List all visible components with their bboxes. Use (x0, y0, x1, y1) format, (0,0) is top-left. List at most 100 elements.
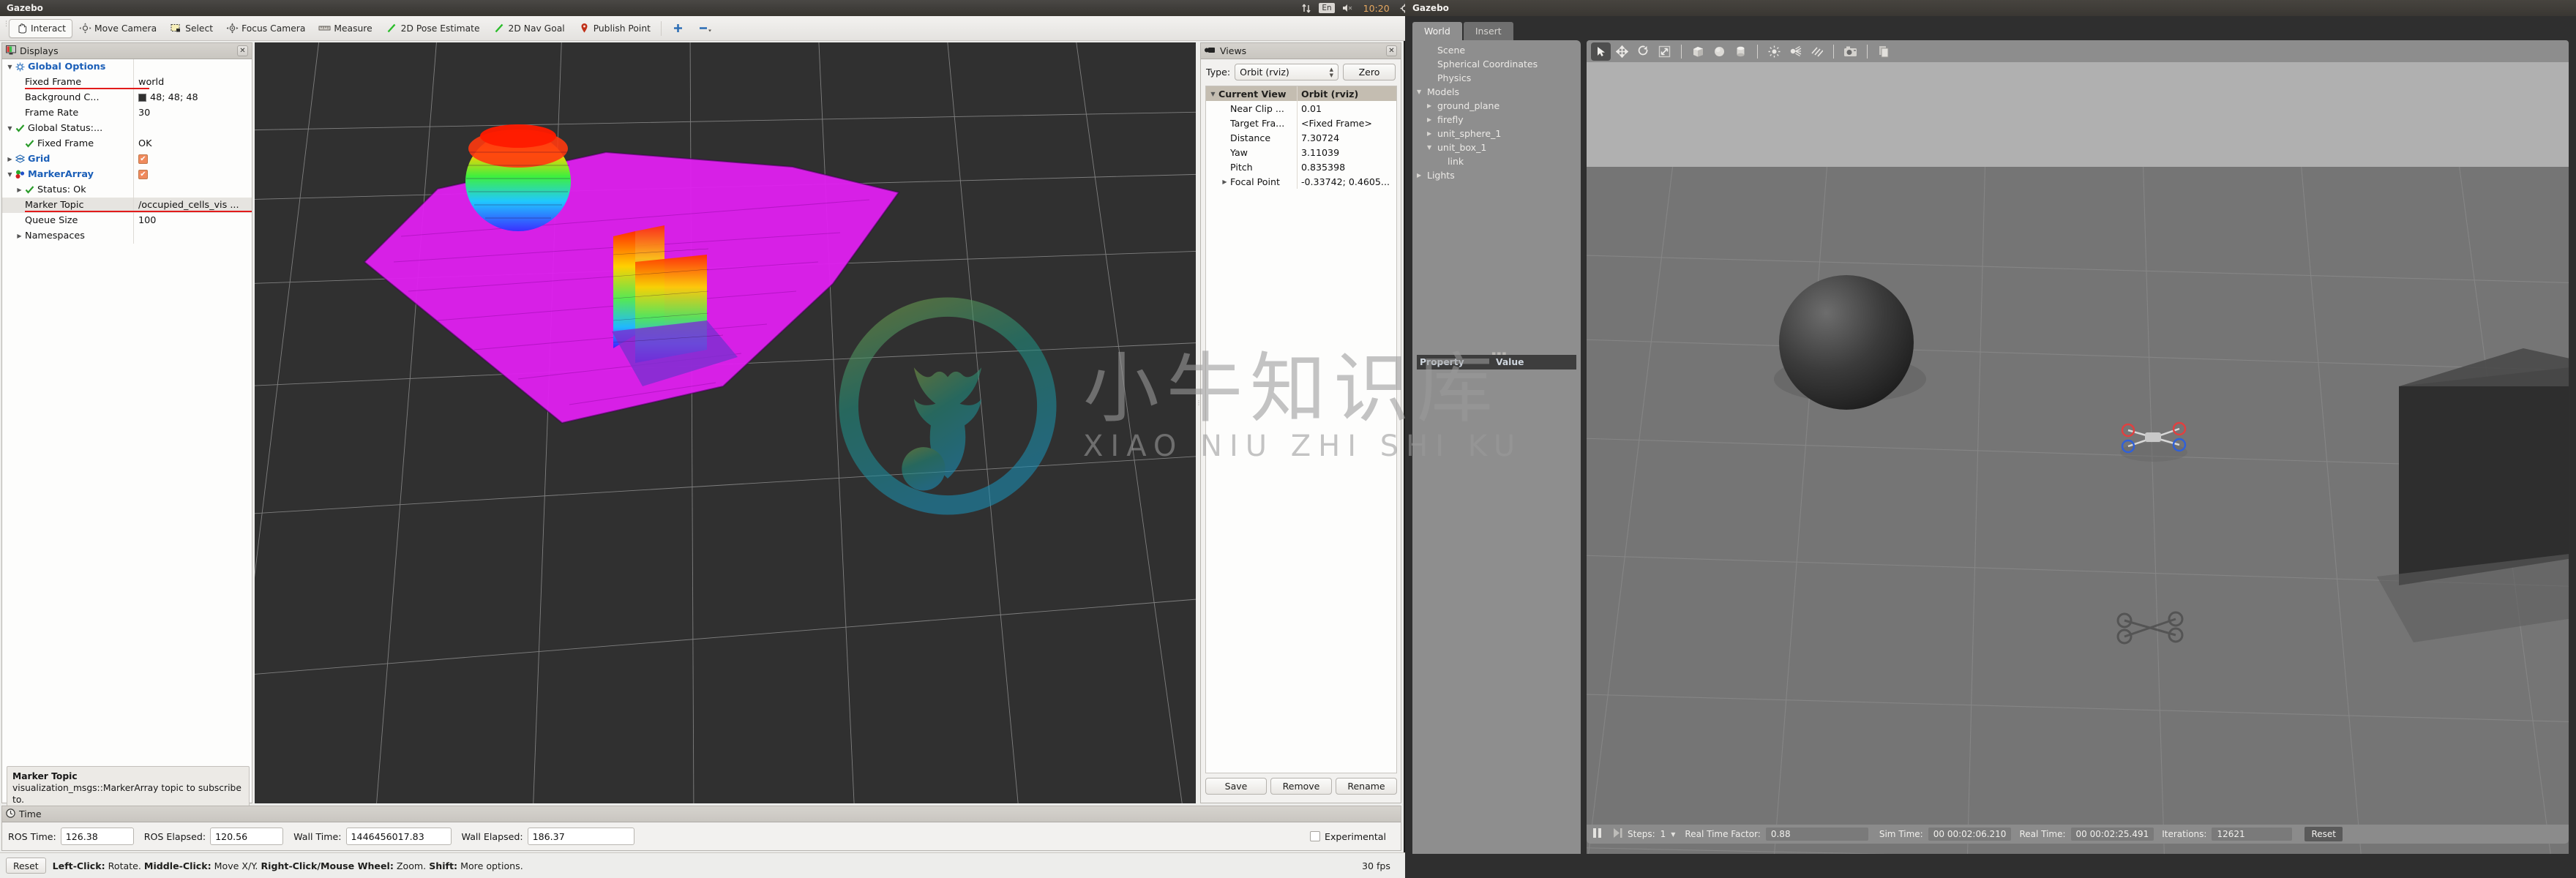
gazebo-tree-row[interactable]: Spherical Coordinates (1412, 57, 1581, 71)
row-value-cell[interactable]: 48; 48; 48 (134, 90, 252, 105)
gazebo-tree-row[interactable]: ▶ Lights (1412, 168, 1581, 182)
translate-icon[interactable] (1612, 42, 1632, 61)
gazebo-tree-row[interactable]: ▶ ground_plane (1412, 99, 1581, 113)
scale-icon[interactable] (1655, 42, 1674, 61)
gazebo-tree-row[interactable]: link (1412, 154, 1581, 168)
views-row-value[interactable]: 0.835398 (1298, 162, 1396, 173)
displays-tree-row[interactable]: Frame Rate 30 (2, 105, 252, 121)
displays-tree-row[interactable]: ▼ Global Options (2, 59, 252, 75)
row-value-cell[interactable]: 30 (134, 105, 252, 121)
chevron-down-icon[interactable]: ▼ (4, 171, 15, 178)
point-light-icon[interactable] (1764, 42, 1784, 61)
gazebo-world-tree[interactable]: Scene Spherical Coordinates Physics ▼ Models… (1412, 43, 1581, 182)
chevron-down-icon[interactable]: ▼ (1208, 91, 1218, 97)
views-row-value[interactable]: -0.33742; 0.4605... (1298, 176, 1396, 187)
gazebo-tree-row[interactable]: Scene (1412, 43, 1581, 57)
time-field-input[interactable] (60, 828, 134, 845)
views-row-value[interactable]: 0.01 (1298, 103, 1396, 114)
rviz-3d-viewport[interactable] (255, 42, 1196, 803)
gazebo-tree-row[interactable]: Physics (1412, 71, 1581, 85)
toolbar-move-camera[interactable]: Move Camera (72, 19, 163, 38)
displays-tree-row[interactable]: Queue Size 100 (2, 213, 252, 228)
gazebo-reset-button[interactable]: Reset (2304, 827, 2343, 841)
row-value-cell[interactable]: ✔ (134, 167, 252, 182)
views-row-value[interactable]: 3.11039 (1298, 147, 1396, 158)
displays-tree-row[interactable]: ▼ MarkerArray ✔ (2, 167, 252, 182)
toolbar-interact[interactable]: Interact (9, 18, 72, 38)
displays-tree-row[interactable]: Fixed Frame world (2, 75, 252, 90)
remove-view-button[interactable]: Remove (1270, 778, 1332, 795)
displays-tree[interactable]: ▼ Global Options Fixed Frame world Backgroun… (2, 59, 252, 803)
cylinder-icon[interactable] (1731, 42, 1751, 61)
gazebo-tree-row[interactable]: ▶ unit_sphere_1 (1412, 127, 1581, 140)
toolbar-select[interactable]: Select (163, 19, 220, 38)
time-field-input[interactable] (210, 828, 284, 845)
time-field-input[interactable] (527, 828, 634, 845)
spot-light-icon[interactable] (1786, 42, 1805, 61)
displays-tree-row[interactable]: ▶ Namespaces (2, 228, 252, 244)
keyboard-layout-indicator[interactable]: En (1319, 3, 1335, 13)
row-value-cell[interactable] (134, 182, 252, 198)
copy-icon[interactable] (1874, 42, 1894, 61)
views-tree-row[interactable]: Target Fra... <Fixed Frame> (1206, 116, 1396, 130)
chevron-right-icon[interactable]: ▶ (14, 233, 25, 239)
zero-button[interactable]: Zero (1343, 64, 1396, 80)
views-tree-row[interactable]: ▼ Current View Orbit (rviz) (1206, 86, 1396, 101)
step-forward-icon[interactable] (1613, 828, 1622, 841)
views-row-value[interactable]: Orbit (rviz) (1298, 89, 1396, 100)
box-icon[interactable] (1688, 42, 1708, 61)
toolbar-publish-point[interactable]: Publish Point (572, 19, 657, 38)
chevron-right-icon[interactable]: ▶ (14, 187, 25, 193)
row-value-cell[interactable] (134, 59, 252, 75)
visibility-checkbox[interactable]: ✔ (138, 154, 148, 164)
directional-light-icon[interactable] (1807, 42, 1827, 61)
steps-dropdown-icon[interactable]: ▼ (1671, 831, 1675, 838)
experimental-checkbox[interactable] (1310, 831, 1321, 841)
views-close-icon[interactable]: ✕ (1386, 45, 1397, 56)
rename-view-button[interactable]: Rename (1336, 778, 1397, 795)
gazebo-tree-row[interactable]: ▶ firefly (1412, 113, 1581, 127)
select-arrow-icon[interactable] (1591, 42, 1611, 61)
views-tree-row[interactable]: ▶ Focal Point -0.33742; 0.4605... (1206, 174, 1396, 189)
toolbar-minus-dropdown-icon[interactable] (691, 19, 716, 38)
chevron-right-icon[interactable]: ▶ (1417, 172, 1427, 179)
displays-tree-row[interactable]: Fixed Frame OK (2, 136, 252, 151)
chevron-down-icon[interactable]: ▼ (1417, 89, 1427, 95)
views-row-value[interactable]: <Fixed Frame> (1298, 118, 1396, 129)
toolbar-grip[interactable]: ⋮⋮ (3, 20, 15, 37)
displays-tree-row[interactable]: Background C... 48; 48; 48 (2, 90, 252, 105)
views-tree-row[interactable]: Yaw 3.11039 (1206, 145, 1396, 160)
toolbar-measure[interactable]: Measure (312, 19, 378, 38)
displays-tree-row[interactable]: ▶ Grid ✔ (2, 151, 252, 167)
experimental-toggle[interactable]: Experimental (1310, 831, 1395, 842)
time-field-input[interactable] (345, 828, 452, 845)
displays-tree-row[interactable]: ▶ Status: Ok (2, 182, 252, 198)
volume-icon[interactable] (1337, 0, 1358, 16)
save-view-button[interactable]: Save (1205, 778, 1267, 795)
gazebo-tab-world[interactable]: World (1412, 22, 1462, 41)
gazebo-tree-row[interactable]: ▼ unit_box_1 (1412, 140, 1581, 154)
close-icon[interactable]: ✕ (237, 45, 248, 56)
system-clock[interactable]: 10:20 (1358, 0, 1395, 16)
network-icon[interactable] (1297, 0, 1317, 16)
chevron-down-icon[interactable]: ▼ (4, 125, 15, 132)
toolbar-focus-camera[interactable]: Focus Camera (220, 19, 312, 38)
toolbar-plus-icon[interactable] (665, 19, 691, 38)
row-value-cell[interactable]: 100 (134, 213, 252, 228)
views-tree-row[interactable]: Distance 7.30724 (1206, 130, 1396, 145)
row-value-cell[interactable] (134, 121, 252, 136)
views-tree-row[interactable]: Pitch 0.835398 (1206, 160, 1396, 174)
chevron-right-icon[interactable]: ▶ (4, 156, 15, 162)
gazebo-3d-scene[interactable] (1587, 167, 2569, 854)
displays-tree-row[interactable]: Marker Topic/occupied_cells_vis ... (2, 198, 252, 213)
chevron-down-icon[interactable]: ▼ (4, 64, 15, 70)
visibility-checkbox[interactable]: ✔ (138, 170, 148, 179)
chevron-down-icon[interactable]: ▼ (1427, 144, 1437, 151)
pause-icon[interactable] (1592, 828, 1602, 841)
views-row-value[interactable]: 7.30724 (1298, 132, 1396, 143)
row-value-cell[interactable]: world (134, 75, 252, 90)
rotate-icon[interactable] (1633, 42, 1653, 61)
sphere-icon[interactable] (1710, 42, 1729, 61)
screenshot-camera-icon[interactable] (1841, 42, 1860, 61)
chevron-right-icon[interactable]: ▶ (1219, 179, 1230, 185)
